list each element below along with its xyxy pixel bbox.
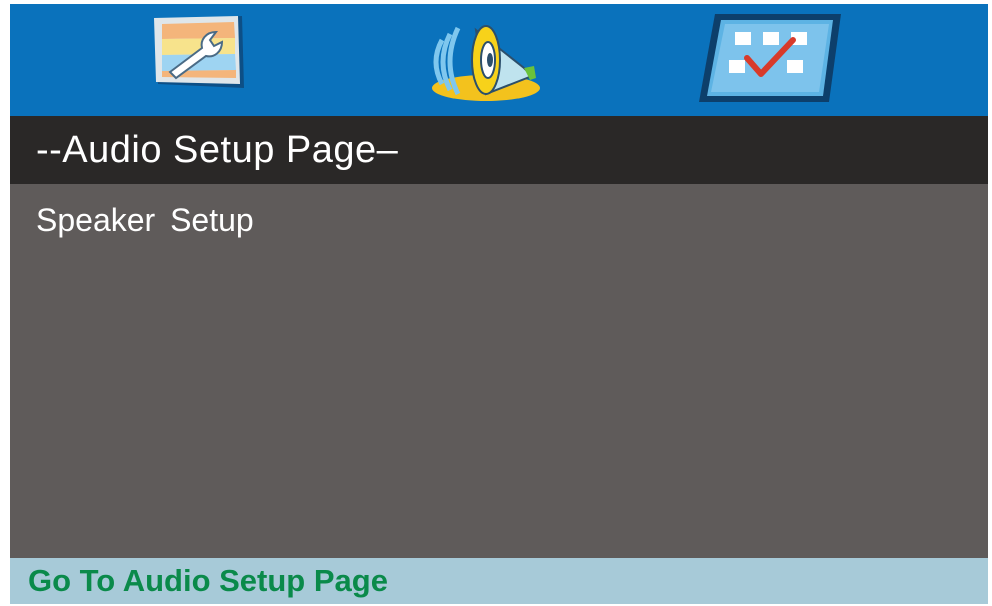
tab-preference[interactable] <box>695 12 845 104</box>
wrench-icon <box>154 16 244 88</box>
osd-screen: --Audio Setup Page– Speaker Setup Go To … <box>10 4 988 604</box>
checklist-icon <box>699 14 841 102</box>
tab-audio-setup[interactable] <box>420 10 544 106</box>
speaker-icon <box>432 25 540 101</box>
status-hint: Go To Audio Setup Page <box>10 558 988 604</box>
tab-bar <box>10 4 988 116</box>
menu-item-speaker-setup[interactable]: Speaker Setup <box>36 202 254 239</box>
menu-panel: Speaker Setup <box>10 184 988 558</box>
page-title: --Audio Setup Page– <box>10 116 988 184</box>
tab-general-setup[interactable] <box>150 14 250 94</box>
